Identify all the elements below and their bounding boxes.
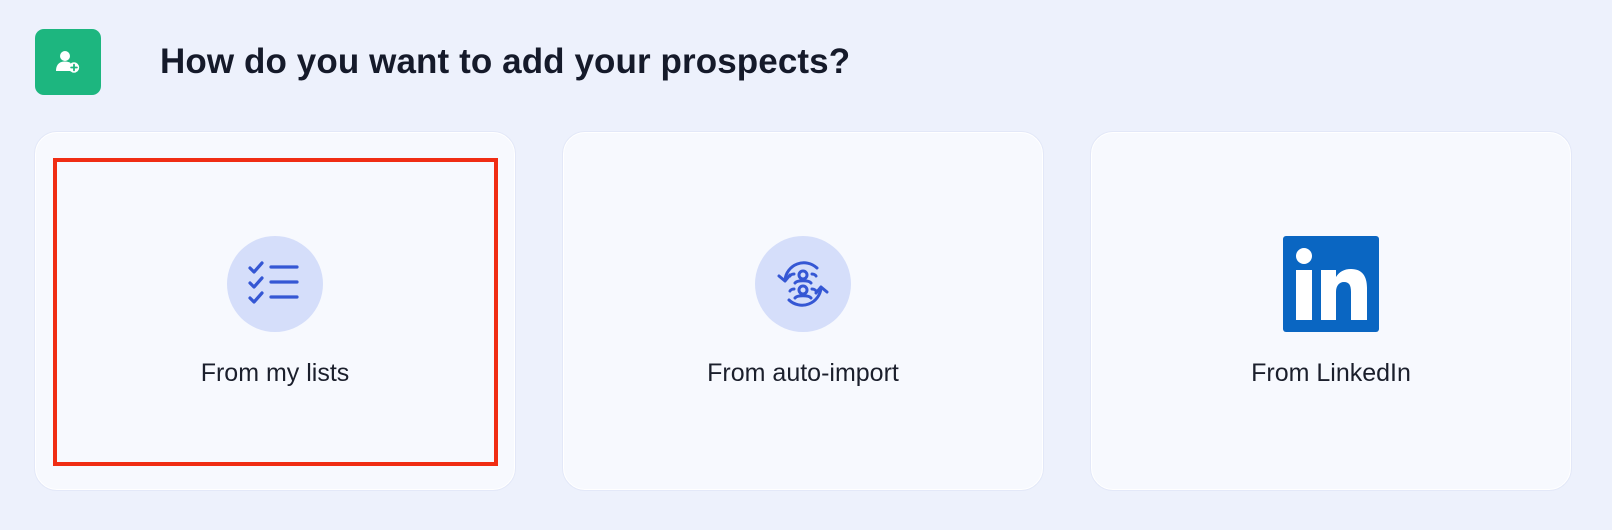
option-label: From LinkedIn	[1251, 359, 1411, 387]
sync-users-icon-circle	[755, 236, 851, 332]
header-badge	[35, 29, 101, 95]
checklist-icon-circle	[227, 236, 323, 332]
page-title: How do you want to add your prospects?	[160, 42, 851, 81]
option-label: From my lists	[200, 359, 350, 387]
page-header: How do you want to add your prospects?	[35, 29, 850, 95]
sync-users-icon	[777, 261, 829, 307]
linkedin-logo	[1283, 236, 1379, 332]
option-cards: From my lists From auto-import From Link…	[35, 132, 1571, 490]
option-card-linkedin[interactable]: From LinkedIn	[1091, 132, 1571, 490]
checklist-icon	[248, 261, 299, 304]
option-card-my-lists[interactable]: From my lists	[35, 132, 515, 490]
linkedin-icon	[1283, 236, 1379, 332]
user-add-icon	[56, 51, 80, 73]
option-label: From auto-import	[707, 359, 899, 387]
option-card-auto-import[interactable]: From auto-import	[563, 132, 1043, 490]
